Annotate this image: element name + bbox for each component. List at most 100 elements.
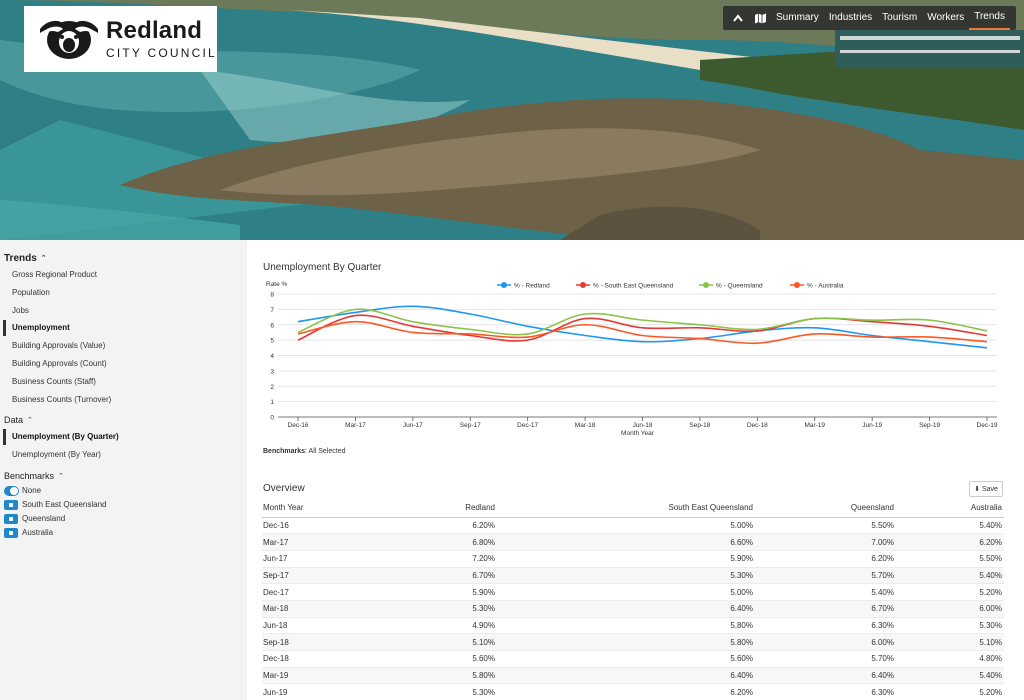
table-cell: 6.40% [497,667,755,685]
checkbox-icon[interactable] [4,527,18,538]
table-cell: Dec-16 [262,517,352,535]
legend-marker [794,282,800,288]
table-cell: 5.70% [755,650,896,668]
benchmark-australia[interactable]: Australia [0,526,247,540]
table-header-row: Month Year Redland South East Queensland… [262,499,1004,518]
unemployment-line-chart: % - Redland % - South East Queensland % - … [266,281,998,437]
checkbox-icon[interactable] [4,513,18,524]
table-cell: 5.30% [896,617,1004,635]
table-row: Jun-19 5.30% 6.20% 6.30% 5.20% [262,683,1004,700]
benchmark-queensland[interactable]: Queensland [0,512,247,526]
table-cell: 5.40% [755,583,896,601]
x-axis-label: Month Year [621,430,655,437]
col-header-month-year[interactable]: Month Year [262,499,352,518]
benchmarks-note-label: Benchmarks [263,448,306,455]
nav-industries[interactable]: Industries [824,6,877,30]
table-cell: 5.60% [497,650,755,668]
table-cell: 6.00% [755,633,896,651]
chevron-up-icon: ⌃ [40,255,47,262]
col-header-queensland[interactable]: Queensland [755,499,896,518]
table-row: Dec-16 6.20% 5.00% 5.50% 5.40% [262,517,1004,535]
benchmarks-note: Benchmarks: All Selected [263,448,346,455]
map-icon[interactable] [749,7,771,29]
benchmark-australia-label: Australia [22,528,54,538]
sidebar-item-building-approvals-count[interactable]: Building Approvals (Count) [0,355,247,373]
chevron-up-icon[interactable] [727,7,749,29]
col-header-australia[interactable]: Australia [896,499,1004,518]
data-heading[interactable]: Data ⌃ [0,412,247,428]
table-cell: 6.70% [755,600,896,618]
checkbox-icon[interactable] [4,499,18,510]
table-cell: 6.60% [497,533,755,551]
sidebar-item-gross-regional-product[interactable]: Gross Regional Product [0,266,247,284]
chevron-up-icon: ⌃ [27,417,33,425]
benchmark-none[interactable]: None [0,484,247,498]
y-tick-label: 3 [270,368,274,375]
x-tick-label: Mar-18 [575,422,596,429]
table-cell: 5.00% [497,517,755,535]
table-row: Sep-18 5.10% 5.80% 6.00% 5.10% [262,633,1004,651]
table-row: Mar-19 5.80% 6.40% 6.40% 5.40% [262,667,1004,685]
table-cell: 6.30% [755,683,896,700]
table-cell: 5.70% [755,567,896,585]
table-cell: 4.80% [896,650,1004,668]
sidebar-item-business-counts-staff[interactable]: Business Counts (Staff) [0,373,247,391]
y-tick-label: 7 [270,307,274,314]
trends-heading[interactable]: Trends ⌃ [0,250,247,266]
table-cell: 5.40% [896,517,1004,535]
x-tick-label: Sep-19 [919,422,940,429]
x-tick-label: Mar-17 [345,422,366,429]
top-navigation: Summary Industries Tourism Workers Trend… [723,6,1016,30]
table-cell: 6.40% [755,667,896,685]
table-row: Jun-17 7.20% 5.90% 6.20% 5.50% [262,550,1004,568]
table-cell: 5.50% [896,550,1004,568]
legend-marker [580,282,586,288]
hero-banner: Redland CITY COUNCIL Summary Industries … [0,0,1024,240]
download-icon: ⬇ [974,486,980,493]
table-cell: Mar-19 [262,667,352,685]
y-axis-label: Rate % [266,281,288,288]
table-cell: Mar-18 [262,600,352,618]
benchmark-seq-label: South East Queensland [22,500,107,510]
sidebar-item-population[interactable]: Population [0,284,247,302]
table-cell: 5.50% [755,517,896,535]
toggle-icon[interactable] [4,485,19,496]
col-header-redland[interactable]: Redland [352,499,497,518]
benchmarks-heading[interactable]: Benchmarks ⌃ [0,468,247,484]
table-cell: 6.30% [755,617,896,635]
nav-workers[interactable]: Workers [922,6,969,30]
table-cell: 5.00% [497,583,755,601]
save-button[interactable]: ⬇ Save [969,481,1003,497]
table-row: Dec-18 5.60% 5.60% 5.70% 4.80% [262,650,1004,668]
legend-marker [703,282,709,288]
table-cell: 5.80% [497,633,755,651]
sidebar-item-unemployment-by-quarter[interactable]: Unemployment (By Quarter) [0,428,247,446]
benchmarks-note-value: : All Selected [305,448,346,455]
koala-icon [40,20,98,59]
sidebar-item-building-approvals-value[interactable]: Building Approvals (Value) [0,337,247,355]
table-cell: 5.40% [896,667,1004,685]
benchmark-seq[interactable]: South East Queensland [0,498,247,512]
table-cell: Jun-18 [262,617,352,635]
brand-logo[interactable]: Redland CITY COUNCIL [24,6,217,72]
table-cell: 5.20% [896,683,1004,700]
sidebar-item-unemployment-by-year[interactable]: Unemployment (By Year) [0,446,247,464]
table-cell: 7.00% [755,533,896,551]
sidebar-item-business-counts-turnover[interactable]: Business Counts (Turnover) [0,391,247,409]
data-heading-label: Data [4,415,24,426]
table-cell: 5.20% [896,583,1004,601]
sidebar-item-jobs[interactable]: Jobs [0,302,247,320]
table-cell: 6.80% [352,533,497,551]
y-tick-label: 8 [270,292,274,299]
y-tick-label: 5 [270,338,274,345]
x-tick-label: Dec-19 [977,422,998,429]
x-tick-label: Jun-17 [403,422,423,429]
table-cell: Sep-17 [262,567,352,585]
table-cell: 6.00% [896,600,1004,618]
sidebar-item-unemployment[interactable]: Unemployment [0,319,247,337]
col-header-seq[interactable]: South East Queensland [497,499,755,518]
nav-summary[interactable]: Summary [771,6,824,30]
table-cell: 5.10% [352,633,497,651]
nav-trends[interactable]: Trends [969,6,1010,30]
nav-tourism[interactable]: Tourism [877,6,922,30]
